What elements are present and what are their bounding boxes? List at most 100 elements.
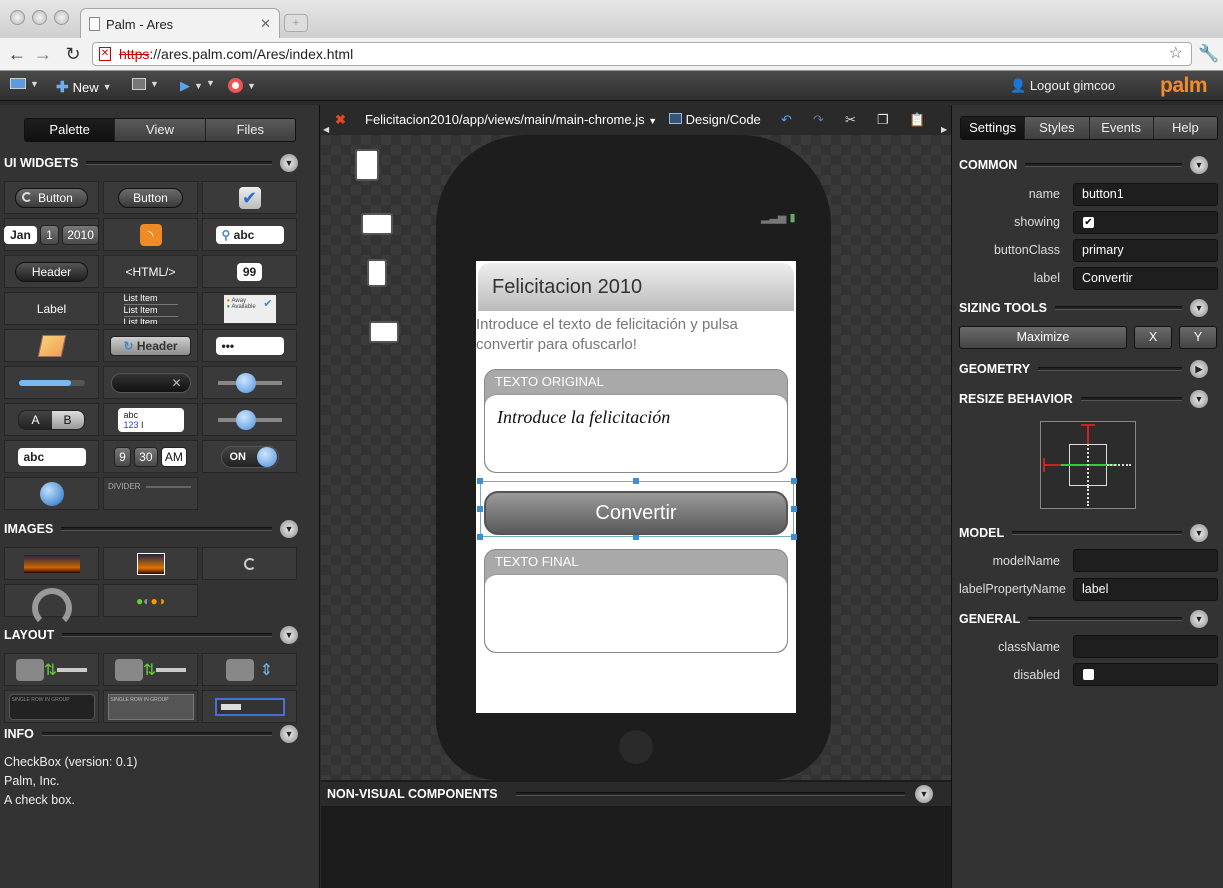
run-menu[interactable]: ▶ ▼	[180, 78, 203, 94]
widget-image-view[interactable]	[4, 547, 99, 580]
resize-handle[interactable]	[791, 534, 797, 540]
collapse-icon[interactable]: ▼	[1190, 610, 1208, 628]
reload-icon[interactable]: ↻	[62, 44, 84, 65]
section-common[interactable]: COMMON ▼	[952, 155, 1223, 175]
maximize-button[interactable]: Maximize	[959, 326, 1127, 349]
section-geometry[interactable]: GEOMETRY ▶	[952, 359, 1223, 379]
section-sizing-tools[interactable]: SIZING TOOLS ▼	[952, 298, 1223, 318]
tools-menu[interactable]: ▼	[132, 78, 159, 90]
minimize-window-button[interactable]	[32, 10, 47, 25]
widget-slider[interactable]	[202, 366, 297, 399]
widget-checkbox[interactable]: ✔	[202, 181, 297, 214]
cut-icon[interactable]: ✂	[845, 112, 856, 128]
collapse-left-icon[interactable]: ◀	[323, 125, 329, 134]
close-tab-icon[interactable]: ✕	[260, 16, 271, 32]
resize-handle[interactable]	[477, 506, 483, 512]
section-model[interactable]: MODEL ▼	[952, 523, 1223, 543]
paste-icon[interactable]: 📋	[909, 112, 925, 128]
height-stretch-icon[interactable]	[1087, 444, 1089, 486]
label-input[interactable]: Convertir	[1073, 267, 1218, 290]
browser-tab[interactable]: Palm - Ares ✕	[80, 8, 280, 39]
section-info[interactable]: INFO ▼	[0, 724, 320, 744]
widget-scroller[interactable]	[202, 690, 297, 723]
collapse-icon[interactable]: ▼	[280, 520, 298, 538]
tab-view[interactable]: View	[115, 119, 206, 141]
widget-toggle[interactable]: ON	[202, 440, 297, 473]
new-menu[interactable]: ✚ New ▼	[56, 78, 112, 96]
section-general[interactable]: GENERAL ▼	[952, 609, 1223, 629]
copy-icon[interactable]: ❐	[877, 112, 889, 128]
expand-icon[interactable]: ▶	[1190, 360, 1208, 378]
widget-html[interactable]: <HTML/>	[103, 255, 198, 288]
section-resize-behavior[interactable]: RESIZE BEHAVIOR ▼	[952, 389, 1223, 409]
device-landscape-icon[interactable]	[361, 213, 393, 235]
widget-group[interactable]: SINGLE ROW IN GROUP	[4, 690, 99, 723]
device-portrait-small-icon[interactable]	[367, 259, 387, 287]
address-bar[interactable]: ✕ https://ares.palm.com/Ares/index.html …	[92, 42, 1192, 66]
widget-group-row[interactable]: SINGLE ROW IN GROUP	[103, 690, 198, 723]
widget-divider[interactable]: DIVIDER	[103, 477, 198, 510]
tab-files[interactable]: Files	[205, 119, 295, 141]
widget-slider-2[interactable]	[202, 403, 297, 436]
widget-button[interactable]: Button	[103, 181, 198, 214]
collapse-icon[interactable]: ▼	[915, 785, 933, 803]
section-images[interactable]: IMAGES ▼	[0, 519, 320, 539]
collapse-right-icon[interactable]: ▶	[941, 125, 947, 134]
zoom-window-button[interactable]	[54, 10, 69, 25]
collapse-icon[interactable]: ▼	[280, 154, 298, 172]
run-options-menu[interactable]: ▼	[206, 78, 215, 88]
widget-time-picker[interactable]: 9 30 AM	[103, 440, 198, 473]
file-path[interactable]: Felicitacion2010/app/views/main/main-chr…	[365, 112, 657, 127]
widget-text-field[interactable]: abc	[4, 440, 99, 473]
widget-activity-button[interactable]: Button	[4, 181, 99, 214]
new-tab-button[interactable]: +	[284, 14, 308, 32]
home-button[interactable]	[619, 730, 653, 764]
group-final[interactable]: TEXTO FINAL	[484, 549, 788, 653]
resize-handle[interactable]	[791, 506, 797, 512]
final-text-field[interactable]	[485, 574, 787, 652]
convert-button[interactable]: Convertir	[484, 491, 788, 535]
modelname-input[interactable]	[1073, 549, 1218, 572]
group-original[interactable]: TEXTO ORIGINAL Introduce la felicitación	[484, 369, 788, 473]
section-layout[interactable]: LAYOUT ▼	[0, 625, 320, 645]
widget-hflex[interactable]: ⇅	[4, 653, 99, 686]
non-visual-components-header[interactable]: NON-VISUAL COMPONENTS ▼	[321, 782, 951, 806]
bottom-anchor-icon[interactable]	[1087, 486, 1089, 506]
widget-status-indicators[interactable]: ● ◐ ● ◑	[103, 584, 198, 617]
widget-map[interactable]	[4, 329, 99, 362]
help-menu[interactable]: ▼	[228, 78, 256, 93]
y-button[interactable]: Y	[1179, 326, 1217, 349]
redo-icon[interactable]: ↷	[813, 112, 824, 128]
resize-handle[interactable]	[477, 534, 483, 540]
close-window-button[interactable]	[10, 10, 25, 25]
widget-image[interactable]	[103, 547, 198, 580]
classname-input[interactable]	[1073, 635, 1218, 658]
widget-rss[interactable]: ◝	[103, 218, 198, 251]
widget-date-picker[interactable]: Jan 1 2010	[4, 218, 99, 251]
widget-search-field[interactable]: ⚲ abc	[202, 218, 297, 251]
widget-header-icon[interactable]: ↻ Header	[103, 329, 198, 362]
logout-link[interactable]: 👤 Logout gimcoo	[1010, 78, 1115, 94]
resize-handle[interactable]	[633, 478, 639, 484]
widget-progress-pill[interactable]: ✕	[103, 366, 198, 399]
widget-list[interactable]: List Item List Item List Item	[103, 292, 198, 325]
widget-status-list[interactable]: ● Away ● Available ✔	[202, 292, 297, 325]
right-anchor-icon[interactable]	[1107, 464, 1131, 466]
collapse-icon[interactable]: ▼	[1190, 299, 1208, 317]
section-ui-widgets[interactable]: UI WIDGETS ▼	[0, 153, 320, 173]
collapse-icon[interactable]: ▼	[1190, 390, 1208, 408]
device-landscape-small-icon[interactable]	[369, 321, 399, 343]
tab-palette[interactable]: Palette	[25, 119, 116, 141]
widget-progress-bar[interactable]	[4, 366, 99, 399]
intro-label[interactable]: Introduce el texto de felicitación y pul…	[476, 315, 794, 355]
buttonclass-input[interactable]: primary	[1073, 239, 1218, 262]
x-button[interactable]: X	[1134, 326, 1172, 349]
undo-icon[interactable]: ↶	[781, 112, 792, 128]
resize-behavior-diagram[interactable]	[1040, 421, 1136, 509]
close-file-icon[interactable]: ✖	[335, 112, 346, 128]
original-text-field[interactable]: Introduce la felicitación	[485, 394, 787, 472]
resize-handle[interactable]	[477, 478, 483, 484]
labelpropertyname-input[interactable]: label	[1073, 578, 1218, 601]
disabled-checkbox[interactable]	[1083, 669, 1094, 680]
tab-help[interactable]: Help	[1153, 117, 1217, 139]
